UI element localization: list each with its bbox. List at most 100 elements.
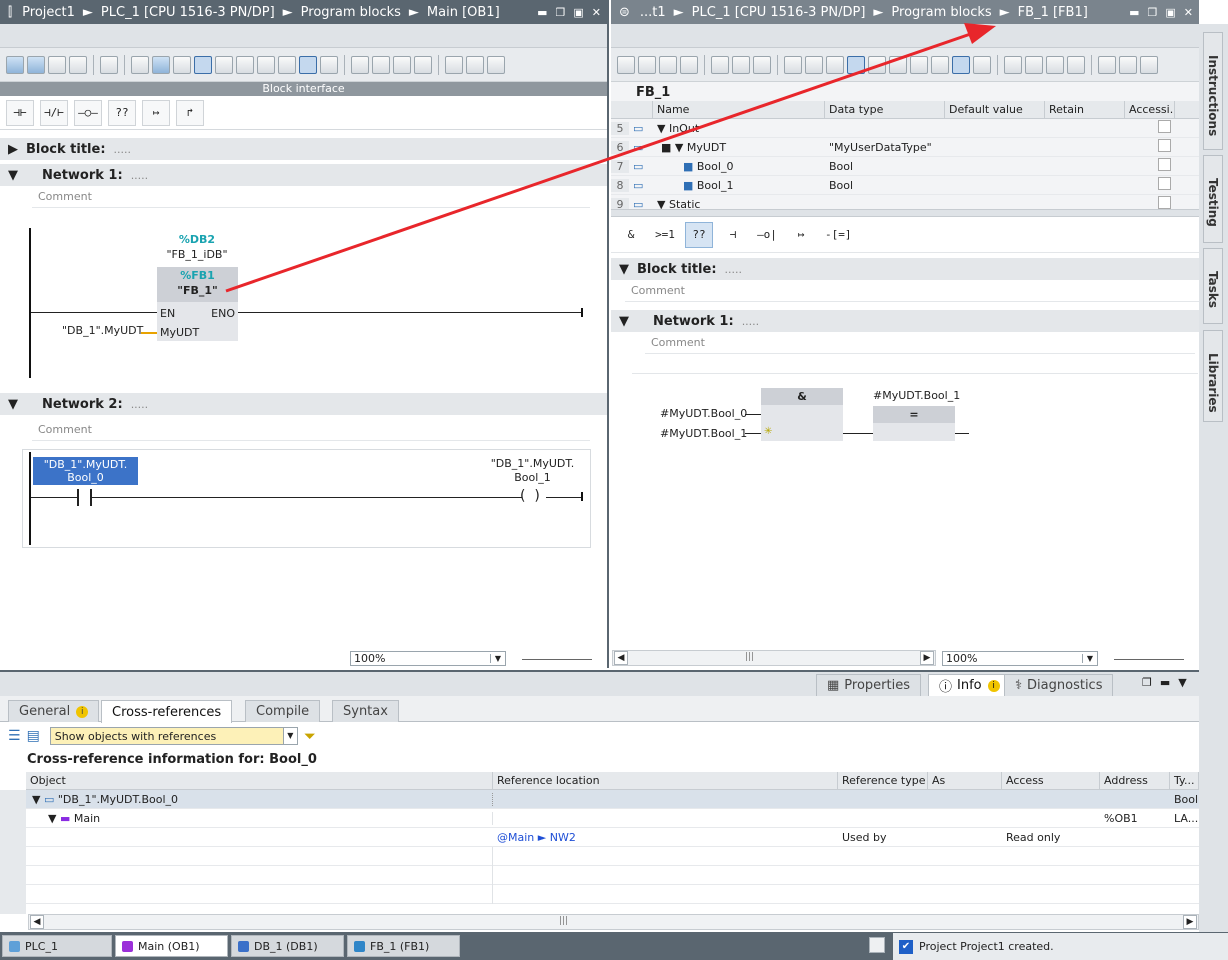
network2-comment[interactable]: Comment <box>32 419 590 441</box>
breadcrumb-item[interactable]: PLC_1 [CPU 1516-3 PN/DP] <box>692 5 866 20</box>
toolbar-icon[interactable] <box>1098 55 1116 74</box>
table-row[interactable]: 8 ▭ ■ Bool_1 Bool <box>611 176 1199 195</box>
chevron-down-icon[interactable]: ▼ <box>282 728 297 744</box>
toolbar-icon[interactable] <box>100 55 118 74</box>
restore-icon[interactable]: ❐ <box>1148 6 1158 19</box>
toolbar-icon[interactable] <box>299 55 317 74</box>
tab-general[interactable]: General i <box>8 700 100 722</box>
and-box-button[interactable]: & <box>617 222 645 248</box>
block-title-row[interactable]: ▼ Block title: ..... <box>611 258 1199 280</box>
block-title-comment[interactable]: Comment <box>625 280 1199 302</box>
toolbar-icon[interactable] <box>69 55 87 74</box>
input-button[interactable]: ⊣ <box>719 222 747 248</box>
myudt-operand[interactable]: "DB_1".MyUDT <box>62 324 143 337</box>
column-header[interactable]: Object <box>26 772 493 789</box>
close-icon[interactable]: ✕ <box>1184 6 1193 19</box>
accessible-checkbox[interactable] <box>1158 139 1171 152</box>
in2-operand[interactable]: #MyUDT.Bool_1 <box>660 427 747 440</box>
overview-icon[interactable] <box>869 937 885 953</box>
collapse-icon[interactable]: ▼ <box>8 397 18 412</box>
collapse-icon[interactable]: ▼ <box>619 262 629 277</box>
toolbar-icon[interactable] <box>1046 55 1064 74</box>
empty-box-button[interactable]: ?? <box>108 99 136 126</box>
splitter-bar[interactable] <box>611 209 1199 217</box>
toolbar-icon[interactable] <box>889 55 907 74</box>
filter-icon[interactable]: ⏷ <box>304 727 316 745</box>
negate-button[interactable]: –o| <box>753 222 781 248</box>
chevron-down-icon[interactable]: ▼ <box>490 654 505 663</box>
table-row[interactable]: ▼ ▬ Main %OB1 LA... <box>26 809 1199 828</box>
table-row[interactable]: 7 ▭ ■ Bool_0 Bool <box>611 157 1199 176</box>
network1-comment[interactable]: Comment <box>645 332 1195 354</box>
taskbar-item-db[interactable]: DB_1 (DB1) <box>231 935 344 957</box>
taskbar-item-plc[interactable]: PLC_1 <box>2 935 112 957</box>
accessible-checkbox[interactable] <box>1158 177 1171 190</box>
minimize-icon[interactable]: ▬ <box>537 6 547 19</box>
column-header[interactable]: As <box>928 772 1002 789</box>
left-zoom-select[interactable]: 100% ▼ <box>350 651 506 666</box>
toolbar-icon[interactable] <box>931 55 949 74</box>
side-tab-libraries[interactable]: Libraries <box>1203 330 1223 422</box>
column-header[interactable]: Reference type <box>838 772 928 789</box>
chevron-down-icon[interactable]: ▼ <box>1082 654 1097 663</box>
network1-comment[interactable]: Comment <box>32 186 590 208</box>
expand-icon[interactable]: ▶ <box>8 142 18 157</box>
collapse-icon[interactable]: ▼ <box>619 314 629 329</box>
breadcrumb-item[interactable]: ...t1 <box>640 5 666 20</box>
scroll-right-icon[interactable]: ▶ <box>920 651 934 665</box>
reference-location-link[interactable]: @Main ► NW2 <box>493 831 838 844</box>
toolbar-icon[interactable] <box>414 55 432 74</box>
toolbar-icon[interactable] <box>173 55 191 74</box>
table-row[interactable]: 6 ▭ ■ ▼ MyUDT "MyUserDataType" <box>611 138 1199 157</box>
coil-button[interactable]: –○– <box>74 99 102 126</box>
breadcrumb-item[interactable]: FB_1 [FB1] <box>1018 5 1088 20</box>
toolbar-icon[interactable] <box>952 55 970 74</box>
column-header[interactable]: Name <box>653 101 825 118</box>
coil-operand[interactable]: "DB_1".MyUDT. Bool_1 <box>485 457 580 485</box>
table-row[interactable]: ▼ ▭ "DB_1".MyUDT.Bool_0 Bool <box>26 790 1199 809</box>
toolbar-icon[interactable] <box>638 55 656 74</box>
accessible-checkbox[interactable] <box>1158 120 1171 133</box>
side-tab-tasks[interactable]: Tasks <box>1203 248 1223 324</box>
toolbar-icon[interactable] <box>372 55 390 74</box>
breadcrumb-item[interactable]: Main [OB1] <box>427 5 500 20</box>
assign-button[interactable]: -[=] <box>821 222 856 248</box>
filter-select[interactable]: Show objects with references ▼ <box>49 727 298 745</box>
close-branch-button[interactable]: ↱ <box>176 99 204 126</box>
assign-box[interactable]: = <box>873 406 955 441</box>
toolbar-icon[interactable] <box>1140 55 1158 74</box>
toolbar-icon[interactable] <box>847 55 865 74</box>
taskbar-item-fb[interactable]: FB_1 (FB1) <box>347 935 460 957</box>
restore-icon[interactable]: ❐ <box>556 6 566 19</box>
toolbar-icon[interactable] <box>48 55 66 74</box>
contact-operand-selected[interactable]: "DB_1".MyUDT. Bool_0 <box>33 457 138 485</box>
open-branch-button[interactable]: ↦ <box>142 99 170 126</box>
contact-symbol[interactable] <box>77 489 92 506</box>
restore-icon[interactable]: ❐ <box>1142 676 1152 689</box>
tab-syntax[interactable]: Syntax <box>332 700 399 722</box>
tab-properties[interactable]: ▦ Properties <box>816 674 921 696</box>
toolbar-icon[interactable] <box>194 55 212 74</box>
network1-header[interactable]: ▼ Network 1: ..... <box>0 164 607 186</box>
block-interface-bar[interactable]: Block interface <box>0 82 607 96</box>
out-operand[interactable]: #MyUDT.Bool_1 <box>873 389 960 402</box>
table-row[interactable]: 9 ▭ ▼ Static <box>611 195 1199 209</box>
toolbar-icon[interactable] <box>910 55 928 74</box>
toolbar-icon[interactable] <box>351 55 369 74</box>
toolbar-icon[interactable] <box>973 55 991 74</box>
column-header[interactable]: Address <box>1100 772 1170 789</box>
toolbar-icon[interactable] <box>466 55 484 74</box>
column-header[interactable]: Retain <box>1045 101 1125 118</box>
accessible-checkbox[interactable] <box>1158 158 1171 171</box>
table-row[interactable]: 5 ▭ ▼ InOut <box>611 119 1199 138</box>
toolbar-icon[interactable] <box>617 55 635 74</box>
right-zoom-slider[interactable] <box>1114 659 1184 660</box>
toolbar-icon[interactable] <box>732 55 750 74</box>
toolbar-icon[interactable] <box>868 55 886 74</box>
float-icon[interactable]: ▣ <box>573 6 583 19</box>
empty-box-button[interactable]: ?? <box>685 221 713 248</box>
breadcrumb-item[interactable]: PLC_1 [CPU 1516-3 PN/DP] <box>101 5 275 20</box>
crossref-hscroll[interactable]: ◀ ||| ▶ <box>28 914 1199 930</box>
toolbar-icon[interactable] <box>680 55 698 74</box>
toolbar-icon[interactable] <box>1119 55 1137 74</box>
